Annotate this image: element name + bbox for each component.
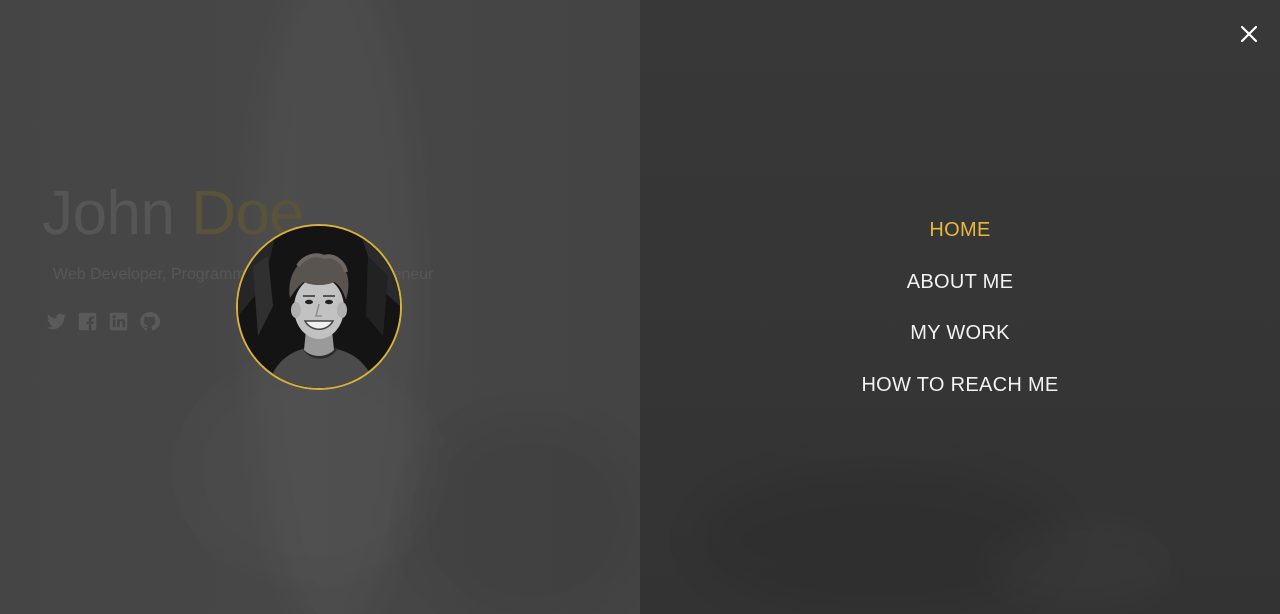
first-name: John [42,179,175,248]
twitter-link[interactable] [46,311,67,332]
hero-section: John Doe Web Developer, Programmer, Desi… [0,0,640,614]
nav-item-work: MY WORK [640,308,1280,360]
nav-link-home[interactable]: HOME [929,205,990,256]
avatar [236,224,402,390]
nav-link-contact[interactable]: HOW TO REACH ME [861,360,1058,411]
linkedin-icon [109,312,128,331]
background-highlight [180,360,440,580]
linkedin-link[interactable] [108,311,129,332]
facebook-icon [78,312,97,331]
nav-item-home: HOME [640,205,1280,257]
github-icon [140,312,160,331]
close-button[interactable] [1236,21,1262,47]
close-icon [1240,25,1258,43]
twitter-icon [46,313,67,330]
nav-link-about[interactable]: ABOUT ME [907,257,1014,308]
background-highlight [980,520,1180,610]
background-shadow [420,420,640,614]
facebook-link[interactable] [77,311,98,332]
main-nav: HOME ABOUT ME MY WORK HOW TO REACH ME [640,205,1280,411]
nav-link-work[interactable]: MY WORK [910,308,1010,359]
nav-item-about: ABOUT ME [640,257,1280,309]
nav-item-contact: HOW TO REACH ME [640,360,1280,412]
hero-title: John Doe [42,178,304,250]
github-link[interactable] [139,311,160,332]
social-links [46,311,160,332]
profile-photo [238,226,400,388]
